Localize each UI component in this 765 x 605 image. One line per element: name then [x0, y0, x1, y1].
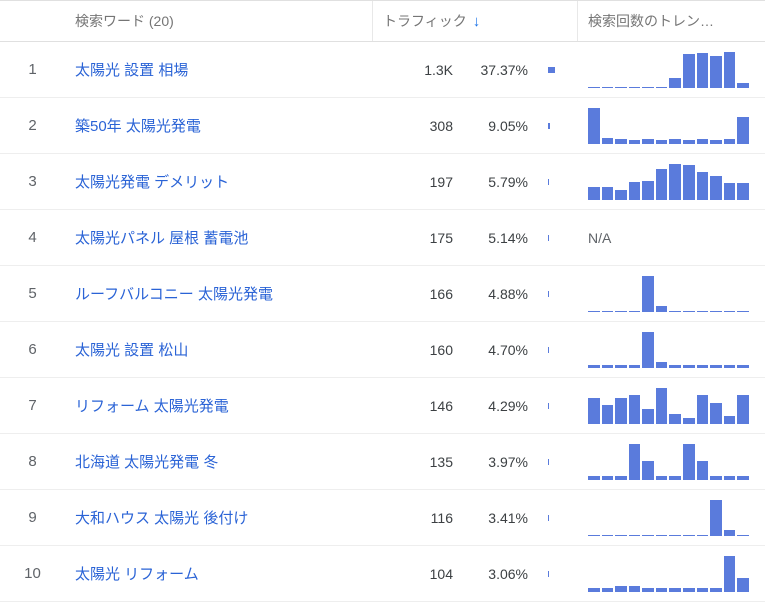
- percentage-cell: 5.14%: [463, 230, 538, 246]
- trend-sparkline: [588, 164, 749, 200]
- table-row: 9 大和ハウス 太陽光 後付け 1163.41%: [0, 490, 765, 546]
- table-header: 検索ワード (20) トラフィック ↓ 検索回数のトレン…: [0, 0, 765, 42]
- table-row: 8 北海道 太陽光発電 冬 1353.97%: [0, 434, 765, 490]
- keyword-cell: 北海道 太陽光発電 冬: [65, 451, 373, 472]
- header-traffic-label: トラフィック: [383, 11, 467, 31]
- percentage-bar: [538, 291, 578, 297]
- table-body: 1 太陽光 設置 相場 1.3K37.37% 2 築50年 太陽光発電 3089.05% 3…: [0, 42, 765, 602]
- percentage-bar: [538, 235, 578, 241]
- percentage-cell: 5.79%: [463, 174, 538, 190]
- traffic-cell: 166: [373, 286, 463, 302]
- keyword-link[interactable]: 太陽光 リフォーム: [75, 563, 199, 584]
- keyword-cell: 太陽光発電 デメリット: [65, 171, 373, 192]
- rank-cell: 10: [0, 565, 65, 582]
- table-row: 1 太陽光 設置 相場 1.3K37.37%: [0, 42, 765, 98]
- traffic-cell: 116: [373, 510, 463, 526]
- trend-cell: [578, 444, 763, 480]
- trend-sparkline: [588, 276, 749, 312]
- traffic-cell: 308: [373, 118, 463, 134]
- rank-cell: 6: [0, 341, 65, 358]
- percentage-cell: 3.06%: [463, 566, 538, 582]
- header-rank: [0, 1, 65, 41]
- keyword-cell: リフォーム 太陽光発電: [65, 395, 373, 416]
- trend-sparkline: [588, 108, 749, 144]
- keyword-cell: 太陽光パネル 屋根 蓄電池: [65, 227, 373, 248]
- percentage-cell: 4.88%: [463, 286, 538, 302]
- keyword-link[interactable]: 築50年 太陽光発電: [75, 115, 201, 136]
- rank-cell: 9: [0, 509, 65, 526]
- keyword-cell: 太陽光 設置 相場: [65, 59, 373, 80]
- trend-cell: [578, 388, 763, 424]
- percentage-bar: [538, 515, 578, 521]
- table-row: 5 ルーフバルコニー 太陽光発電 1664.88%: [0, 266, 765, 322]
- header-traffic[interactable]: トラフィック ↓: [373, 1, 578, 41]
- trend-cell: [578, 52, 763, 88]
- trend-cell: [578, 556, 763, 592]
- trend-cell: N/A: [578, 230, 763, 246]
- percentage-cell: 37.37%: [463, 62, 538, 78]
- trend-sparkline: [588, 52, 749, 88]
- keyword-cell: 築50年 太陽光発電: [65, 115, 373, 136]
- keywords-table: 検索ワード (20) トラフィック ↓ 検索回数のトレン… 1 太陽光 設置 相場…: [0, 0, 765, 602]
- percentage-cell: 3.41%: [463, 510, 538, 526]
- rank-cell: 4: [0, 229, 65, 246]
- trend-na: N/A: [588, 230, 611, 246]
- traffic-cell: 135: [373, 454, 463, 470]
- trend-sparkline: [588, 388, 749, 424]
- keyword-cell: ルーフバルコニー 太陽光発電: [65, 283, 373, 304]
- percentage-cell: 3.97%: [463, 454, 538, 470]
- rank-cell: 8: [0, 453, 65, 470]
- rank-cell: 5: [0, 285, 65, 302]
- traffic-cell: 104: [373, 566, 463, 582]
- traffic-cell: 197: [373, 174, 463, 190]
- rank-cell: 1: [0, 61, 65, 78]
- keyword-link[interactable]: リフォーム 太陽光発電: [75, 395, 229, 416]
- table-row: 2 築50年 太陽光発電 3089.05%: [0, 98, 765, 154]
- keyword-link[interactable]: 北海道 太陽光発電 冬: [75, 451, 218, 472]
- trend-sparkline: [588, 556, 749, 592]
- table-row: 7 リフォーム 太陽光発電 1464.29%: [0, 378, 765, 434]
- sort-descending-icon: ↓: [473, 13, 481, 30]
- rank-cell: 3: [0, 173, 65, 190]
- keyword-link[interactable]: 太陽光 設置 相場: [75, 59, 188, 80]
- keyword-link[interactable]: 太陽光パネル 屋根 蓄電池: [75, 227, 248, 248]
- trend-sparkline: [588, 332, 749, 368]
- keyword-cell: 太陽光 リフォーム: [65, 563, 373, 584]
- trend-sparkline: [588, 444, 749, 480]
- keyword-link[interactable]: 太陽光 設置 松山: [75, 339, 188, 360]
- keyword-link[interactable]: ルーフバルコニー 太陽光発電: [75, 283, 273, 304]
- percentage-bar: [538, 347, 578, 353]
- header-keyword[interactable]: 検索ワード (20): [65, 1, 373, 41]
- percentage-cell: 9.05%: [463, 118, 538, 134]
- keyword-link[interactable]: 太陽光発電 デメリット: [75, 171, 229, 192]
- trend-cell: [578, 276, 763, 312]
- traffic-cell: 175: [373, 230, 463, 246]
- percentage-bar: [538, 67, 578, 73]
- percentage-cell: 4.70%: [463, 342, 538, 358]
- keyword-cell: 太陽光 設置 松山: [65, 339, 373, 360]
- percentage-cell: 4.29%: [463, 398, 538, 414]
- percentage-bar: [538, 571, 578, 577]
- table-row: 6 太陽光 設置 松山 1604.70%: [0, 322, 765, 378]
- traffic-cell: 146: [373, 398, 463, 414]
- traffic-cell: 160: [373, 342, 463, 358]
- trend-cell: [578, 332, 763, 368]
- rank-cell: 7: [0, 397, 65, 414]
- percentage-bar: [538, 179, 578, 185]
- table-row: 10 太陽光 リフォーム 1043.06%: [0, 546, 765, 602]
- trend-cell: [578, 164, 763, 200]
- percentage-bar: [538, 403, 578, 409]
- percentage-bar: [538, 459, 578, 465]
- traffic-cell: 1.3K: [373, 62, 463, 78]
- trend-cell: [578, 108, 763, 144]
- table-row: 4 太陽光パネル 屋根 蓄電池 1755.14% N/A: [0, 210, 765, 266]
- trend-sparkline: [588, 500, 749, 536]
- rank-cell: 2: [0, 117, 65, 134]
- table-row: 3 太陽光発電 デメリット 1975.79%: [0, 154, 765, 210]
- percentage-bar: [538, 123, 578, 129]
- trend-cell: [578, 500, 763, 536]
- header-trend[interactable]: 検索回数のトレン…: [578, 1, 765, 41]
- keyword-cell: 大和ハウス 太陽光 後付け: [65, 507, 373, 528]
- keyword-link[interactable]: 大和ハウス 太陽光 後付け: [75, 507, 248, 528]
